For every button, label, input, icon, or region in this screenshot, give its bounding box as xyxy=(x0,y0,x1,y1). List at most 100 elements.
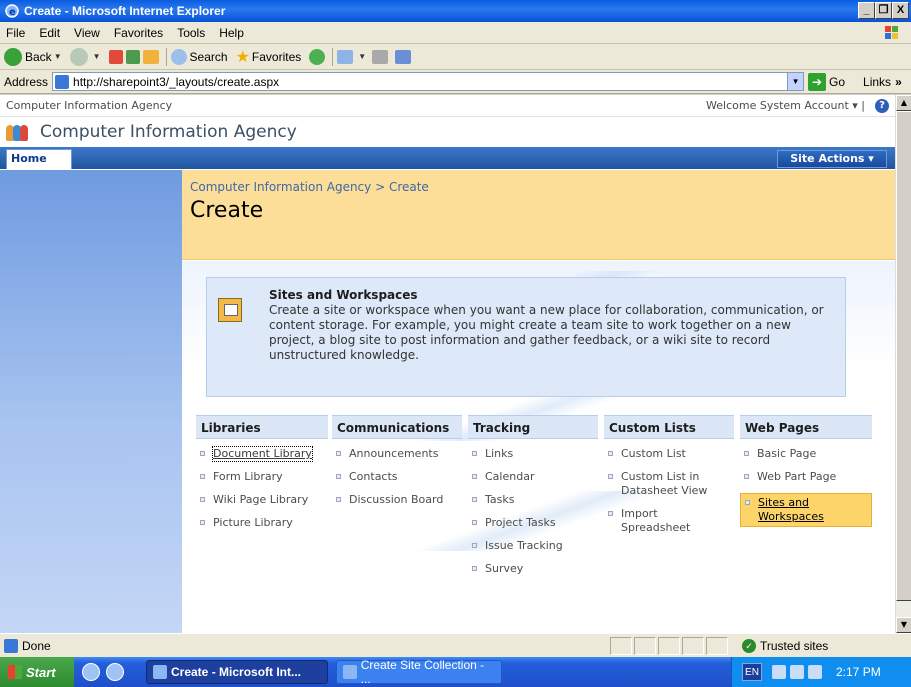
chevron-right-icon[interactable]: » xyxy=(895,75,902,89)
menu-favorites[interactable]: Favorites xyxy=(114,26,163,40)
column-heading: Communications xyxy=(332,415,462,439)
ie-icon[interactable] xyxy=(106,663,124,681)
status-bar: Done ✓ Trusted sites xyxy=(0,633,911,657)
history-icon[interactable] xyxy=(309,48,326,65)
menu-file[interactable]: File xyxy=(6,26,25,40)
list-item[interactable]: Issue Tracking xyxy=(468,539,598,553)
address-dropdown-icon[interactable]: ▼ xyxy=(787,73,804,90)
show-desktop-icon[interactable] xyxy=(82,663,100,681)
page-header: Computer Information Agency > Create Cre… xyxy=(182,170,895,260)
browser-toolbar: Back ▼ ▼ Search ★ Favorites ▼ xyxy=(0,44,911,70)
links-button[interactable]: Links xyxy=(863,75,891,89)
status-cell xyxy=(706,636,728,655)
network-icon[interactable] xyxy=(772,665,786,679)
minimize-button[interactable]: _ xyxy=(858,2,875,19)
help-icon[interactable]: ? xyxy=(875,98,889,113)
search-label: Search xyxy=(189,49,228,64)
security-zone[interactable]: ✓ Trusted sites xyxy=(742,638,828,653)
chevron-down-icon: ▼ xyxy=(358,52,367,61)
column-heading: Libraries xyxy=(196,415,328,439)
scroll-down-icon[interactable]: ▼ xyxy=(896,617,911,633)
column-heading: Custom Lists xyxy=(604,415,734,439)
list-item[interactable]: Document Library xyxy=(196,446,328,462)
shield-icon[interactable] xyxy=(790,665,804,679)
welcome-menu[interactable]: Welcome System Account ▾ | xyxy=(706,99,865,112)
list-item[interactable]: Basic Page xyxy=(740,447,872,461)
bullet-icon xyxy=(200,520,205,525)
site-actions-menu[interactable]: Site Actions ▾ xyxy=(777,150,887,168)
list-item[interactable]: Web Part Page xyxy=(740,470,872,484)
forward-button[interactable]: ▼ xyxy=(69,47,101,66)
edit-icon[interactable] xyxy=(395,49,412,64)
site-title[interactable]: Computer Information Agency xyxy=(40,122,297,142)
list-item[interactable]: Announcements xyxy=(332,447,462,461)
scroll-up-icon[interactable]: ▲ xyxy=(896,95,911,111)
sites-and-workspaces-panel: Sites and Workspaces Create a site or wo… xyxy=(206,277,846,397)
menu-help[interactable]: Help xyxy=(219,26,244,40)
menu-tools[interactable]: Tools xyxy=(177,26,205,40)
print-icon[interactable] xyxy=(372,49,389,64)
bullet-icon xyxy=(336,497,341,502)
chevron-down-icon: ▼ xyxy=(92,52,101,61)
language-indicator[interactable]: EN xyxy=(742,663,762,681)
list-item[interactable]: Form Library xyxy=(196,470,328,484)
bullet-icon xyxy=(745,500,750,505)
favorites-button[interactable]: ★ Favorites xyxy=(236,47,302,67)
restore-button[interactable]: ❐ xyxy=(875,2,892,19)
list-item[interactable]: Custom List xyxy=(604,447,734,461)
list-item[interactable]: Discussion Board xyxy=(332,493,462,507)
ie-icon: e xyxy=(5,4,19,18)
column-custom-lists: Custom Lists Custom List Custom List in … xyxy=(604,415,734,544)
list-item[interactable]: Contacts xyxy=(332,470,462,484)
list-item[interactable]: Wiki Page Library xyxy=(196,493,328,507)
breadcrumb[interactable]: Computer Information Agency > Create xyxy=(190,180,887,194)
main-content: Computer Information Agency > Create Cre… xyxy=(182,170,895,633)
tab-home[interactable]: Home xyxy=(6,149,72,169)
clock: 2:17 PM xyxy=(836,665,881,679)
toolbar-divider xyxy=(165,47,167,66)
status-cell xyxy=(682,636,704,655)
list-item-selected[interactable]: Sites and Workspaces xyxy=(740,493,872,527)
go-button[interactable]: ➔ Go xyxy=(808,72,845,91)
list-item[interactable]: Calendar xyxy=(468,470,598,484)
home-icon[interactable] xyxy=(142,49,159,64)
top-nav-bar: Home Site Actions ▾ xyxy=(0,147,895,169)
list-item[interactable]: Survey xyxy=(468,562,598,576)
mail-icon[interactable] xyxy=(337,49,354,64)
list-item[interactable]: Links xyxy=(468,447,598,461)
refresh-icon[interactable] xyxy=(125,49,140,64)
menu-view[interactable]: View xyxy=(74,26,100,40)
scrollbar-thumb[interactable] xyxy=(896,111,911,601)
back-button[interactable]: Back ▼ xyxy=(4,47,62,66)
bullet-icon xyxy=(472,474,477,479)
favorites-label: Favorites xyxy=(251,49,302,64)
taskbar-item-create[interactable]: Create - Microsoft Int... xyxy=(146,660,328,684)
bullet-icon xyxy=(200,474,205,479)
sites-and-workspaces-heading[interactable]: Sites and Workspaces xyxy=(269,288,833,303)
column-heading: Web Pages xyxy=(740,415,872,439)
bullet-icon xyxy=(472,497,477,502)
site-top-title[interactable]: Computer Information Agency xyxy=(6,99,172,112)
vertical-scrollbar[interactable]: ▲ ▼ xyxy=(895,95,911,633)
search-button[interactable]: Search xyxy=(170,48,228,65)
bullet-icon xyxy=(336,474,341,479)
stop-icon[interactable] xyxy=(108,49,123,64)
address-input[interactable]: http://sharepoint3/_layouts/create.aspx … xyxy=(52,72,805,91)
window-title: Create - Microsoft Internet Explorer xyxy=(24,4,226,18)
bullet-icon xyxy=(472,451,477,456)
start-button[interactable]: Start xyxy=(0,657,74,687)
list-item[interactable]: Picture Library xyxy=(196,516,328,530)
list-item[interactable]: Custom List in Datasheet View xyxy=(604,470,734,498)
close-button[interactable]: X xyxy=(892,2,909,19)
list-item[interactable]: Import Spreadsheet xyxy=(604,507,734,535)
system-tray: EN 2:17 PM xyxy=(731,657,911,687)
svg-text:e: e xyxy=(9,7,16,18)
column-communications: Communications Announcements Contacts Di… xyxy=(332,415,462,516)
chevron-down-icon: ▼ xyxy=(53,52,62,61)
taskbar-item-create-site-collection[interactable]: Create Site Collection - ... xyxy=(336,658,502,686)
volume-icon[interactable] xyxy=(808,665,822,679)
go-arrow-icon: ➔ xyxy=(808,72,827,91)
menu-edit[interactable]: Edit xyxy=(39,26,60,40)
list-item[interactable]: Project Tasks xyxy=(468,516,598,530)
list-item[interactable]: Tasks xyxy=(468,493,598,507)
